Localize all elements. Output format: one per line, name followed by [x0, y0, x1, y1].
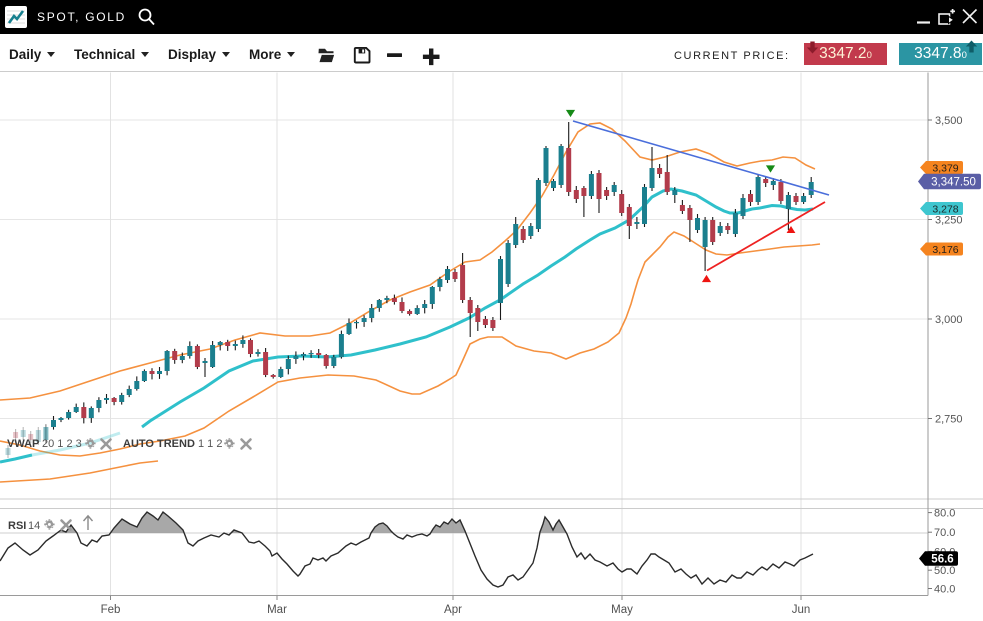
svg-text:1 1 2: 1 1 2	[198, 438, 222, 450]
svg-text:Feb: Feb	[101, 604, 121, 616]
svg-text:Mar: Mar	[267, 604, 287, 616]
svg-text:2,750: 2,750	[935, 414, 963, 426]
svg-text:3,500: 3,500	[935, 115, 963, 127]
svg-text:RSI: RSI	[8, 520, 26, 532]
svg-text:3,278: 3,278	[932, 203, 958, 215]
svg-text:3,347.50: 3,347.50	[931, 177, 976, 189]
svg-text:3,379: 3,379	[932, 162, 958, 174]
svg-text:3,250: 3,250	[935, 215, 963, 227]
svg-text:20 1 2 3: 20 1 2 3	[42, 438, 82, 450]
svg-text:50.0: 50.0	[934, 565, 955, 577]
svg-text:3,176: 3,176	[932, 244, 958, 256]
svg-text:Jun: Jun	[792, 604, 811, 616]
svg-text:May: May	[611, 604, 633, 616]
svg-text:14: 14	[28, 520, 40, 532]
svg-text:80.0: 80.0	[934, 508, 955, 520]
svg-text:40.0: 40.0	[934, 584, 955, 596]
svg-text:Apr: Apr	[444, 604, 462, 616]
svg-text:56.6: 56.6	[931, 554, 953, 566]
svg-text:AUTO TREND: AUTO TREND	[123, 438, 195, 450]
svg-text:3,000: 3,000	[935, 314, 963, 326]
svg-text:VWAP: VWAP	[7, 438, 39, 450]
svg-text:70.0: 70.0	[934, 527, 955, 539]
